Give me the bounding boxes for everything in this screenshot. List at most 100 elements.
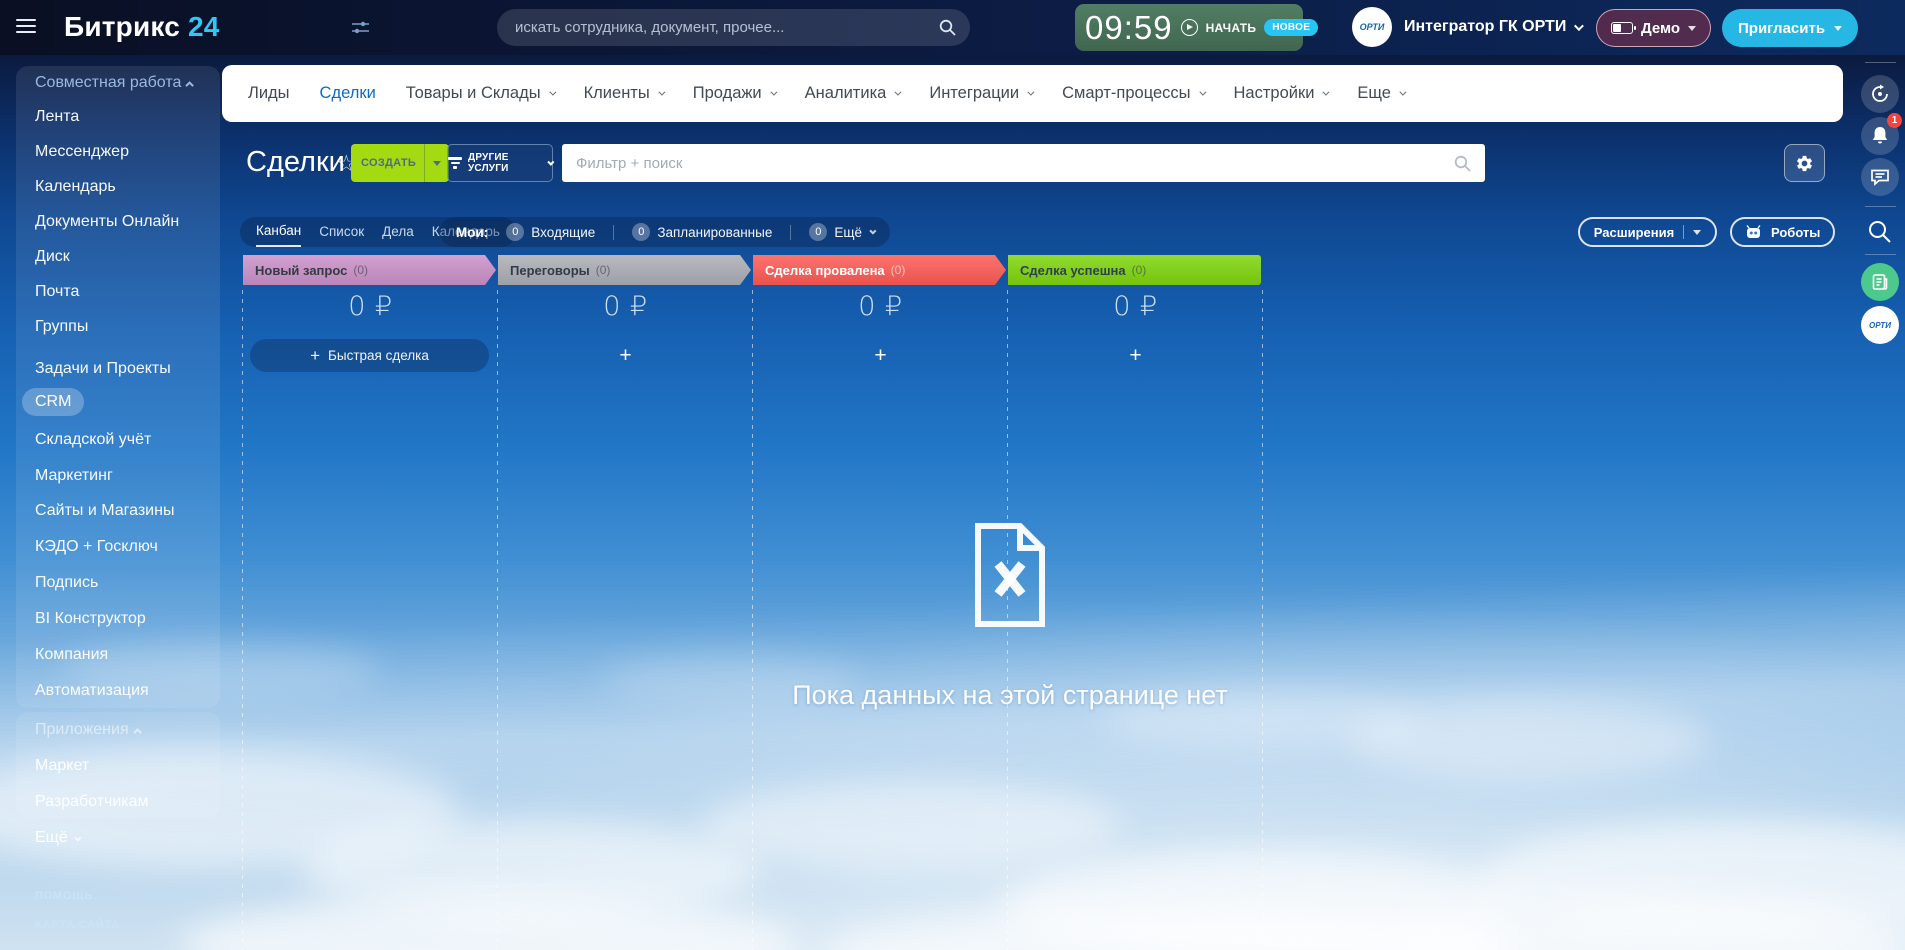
demo-label: Демо [1641,19,1681,37]
news-button[interactable] [1861,263,1899,301]
filter-search-input[interactable] [576,154,1454,172]
demo-plan-button[interactable]: Демо [1596,9,1712,47]
play-icon[interactable] [1180,19,1198,36]
stage-header-new[interactable]: Новый запрос (0) [243,255,496,285]
start-workday-button[interactable]: НАЧАТЬ [1206,21,1257,35]
create-dropdown-caret[interactable] [424,144,449,182]
chevron-down-icon [1322,88,1330,96]
chevron-up-icon [132,728,142,737]
whats-new-button[interactable] [1861,75,1899,113]
sidebar-item-messenger[interactable]: Мессенджер [35,141,129,163]
extensions-button[interactable]: Расширения [1578,217,1717,247]
tab-deals[interactable]: Сделки [320,84,376,103]
stage-name: Новый запрос [255,262,348,278]
sidebar-item-company[interactable]: Компания [35,644,108,666]
empty-state: Пока данных на этой странице нет [660,520,1360,711]
stage-header-negotiation[interactable]: Переговоры (0) [498,255,751,285]
company-avatar[interactable]: ОРТИ [1352,7,1392,47]
sidebar-item-kedo[interactable]: КЭДО + Госключ [35,536,158,558]
view-tab-kanban[interactable]: Канбан [256,217,302,247]
sidebar-item-tasks-projects[interactable]: Задачи и Проекты [35,358,171,380]
tab-label: Продажи [692,84,762,102]
account-name: Интегратор ГК ОРТИ [1404,18,1567,35]
whats-new-icon [1872,84,1888,102]
counter-divider [790,224,792,240]
avatar-text: ОРТИ [1359,22,1385,32]
sidebar-item-groups[interactable]: Группы [35,316,88,338]
hamburger-menu-icon[interactable] [16,19,36,37]
tab-smart-processes[interactable]: Смарт-процессы [1062,84,1206,103]
sidebar-item-crm-active[interactable]: CRM [22,388,85,416]
sidebar-sitemap-link[interactable]: КАРТА САЙТА [35,919,120,931]
create-deal-button[interactable]: СОЗДАТЬ [351,144,450,182]
tab-more[interactable]: Еще [1357,84,1407,103]
extensions-label: Расширения [1593,224,1675,240]
view-tab-list[interactable]: Список [319,218,364,246]
quick-deal-button[interactable]: + Быстрая сделка [250,339,489,372]
sidebar-item-automation[interactable]: Автоматизация [35,680,149,702]
sidebar-item-drive[interactable]: Диск [35,246,70,268]
sidebar-item-developers[interactable]: Разработчикам [35,791,149,813]
stage-header-success[interactable]: Сделка успешна (0) [1008,255,1261,285]
view-tab-activities[interactable]: Дела [382,218,414,246]
caret-down-icon [1834,25,1843,31]
counter-label: Запланированные [657,224,773,240]
tab-clients[interactable]: Клиенты [584,84,666,103]
tab-settings[interactable]: Настройки [1234,84,1330,103]
filter-search-bar [562,144,1485,182]
tab-integrations[interactable]: Интеграции [929,84,1035,103]
robots-button[interactable]: Роботы [1730,217,1836,247]
invite-button[interactable]: Пригласить [1722,9,1859,47]
sidebar-item-docs-online[interactable]: Документы Онлайн [35,211,179,233]
global-search-input[interactable] [515,19,939,36]
profile-avatar[interactable]: ОРТИ [1861,306,1899,344]
tab-leads[interactable]: Лиды [248,84,290,103]
add-deal-button[interactable]: + [498,339,753,372]
view-settings-button[interactable] [1784,144,1825,182]
sidebar-item-sites-stores[interactable]: Сайты и Магазины [35,500,174,522]
sidebar-item-sign[interactable]: Подпись [35,572,98,594]
other-services-button[interactable]: ДРУГИЕ УСЛУГИ [447,144,555,182]
sidebar-item-inventory[interactable]: Складской учёт [35,429,151,451]
add-deal-button[interactable]: + [1008,339,1263,372]
search-icon [939,19,956,36]
sidebar-item-feed[interactable]: Лента [35,106,79,128]
chevron-up-icon [185,81,195,90]
search-icon [1454,155,1471,172]
tab-sales[interactable]: Продажи [692,84,778,103]
sidebar-item-marketing[interactable]: Маркетинг [35,465,113,487]
chevron-down-icon [1574,20,1585,31]
sidebar-item-more[interactable]: Ещё [35,827,82,849]
active-item-label: CRM [35,393,72,410]
stage-name: Сделка провалена [765,262,885,278]
tab-label: Интеграции [929,84,1020,102]
sidebar-item-bi-builder[interactable]: BI Конструктор [35,608,146,630]
tab-products-warehouses[interactable]: Товары и Склады [405,84,557,103]
add-deal-button[interactable]: + [753,339,1008,372]
sidebar: Совместная работа Лента Мессенджер Кален… [0,0,222,950]
tab-analytics[interactable]: Аналитика [805,84,902,103]
app-logo[interactable]: Битрикс 24 [64,11,220,43]
sliders-settings-icon[interactable] [352,20,369,35]
counter-badge: 0 [506,223,525,241]
sidebar-item-calendar[interactable]: Календарь [35,176,116,198]
sidebar-section-collaboration[interactable]: Совместная работа [35,72,195,94]
sidebar-item-market[interactable]: Маркет [35,755,89,777]
sidebar-section-apps[interactable]: Приложения [35,719,142,741]
stage-count: (0) [890,263,906,277]
caret-down-icon [1693,229,1702,235]
messenger-button[interactable] [1861,158,1899,196]
account-menu[interactable]: Интегратор ГК ОРТИ [1404,18,1585,36]
chevron-down-icon [547,158,555,165]
counter-label: Ещё [834,224,862,240]
stage-header-failed[interactable]: Сделка провалена (0) [753,255,1006,285]
counter-incoming[interactable]: 0 Входящие [506,223,595,241]
notifications-button[interactable]: 1 [1861,113,1902,155]
tab-label: Товары и Склады [405,84,541,102]
sidebar-help-link[interactable]: ПОМОЩЬ [35,890,93,902]
counter-planned[interactable]: 0 Запланированные [632,223,772,241]
rail-search-button[interactable] [1867,219,1892,244]
workday-timer[interactable]: 09:59 НАЧАТЬ НОВОЕ [1075,4,1319,51]
counter-more[interactable]: 0 Ещё [809,223,877,241]
sidebar-item-mail[interactable]: Почта [35,281,79,303]
